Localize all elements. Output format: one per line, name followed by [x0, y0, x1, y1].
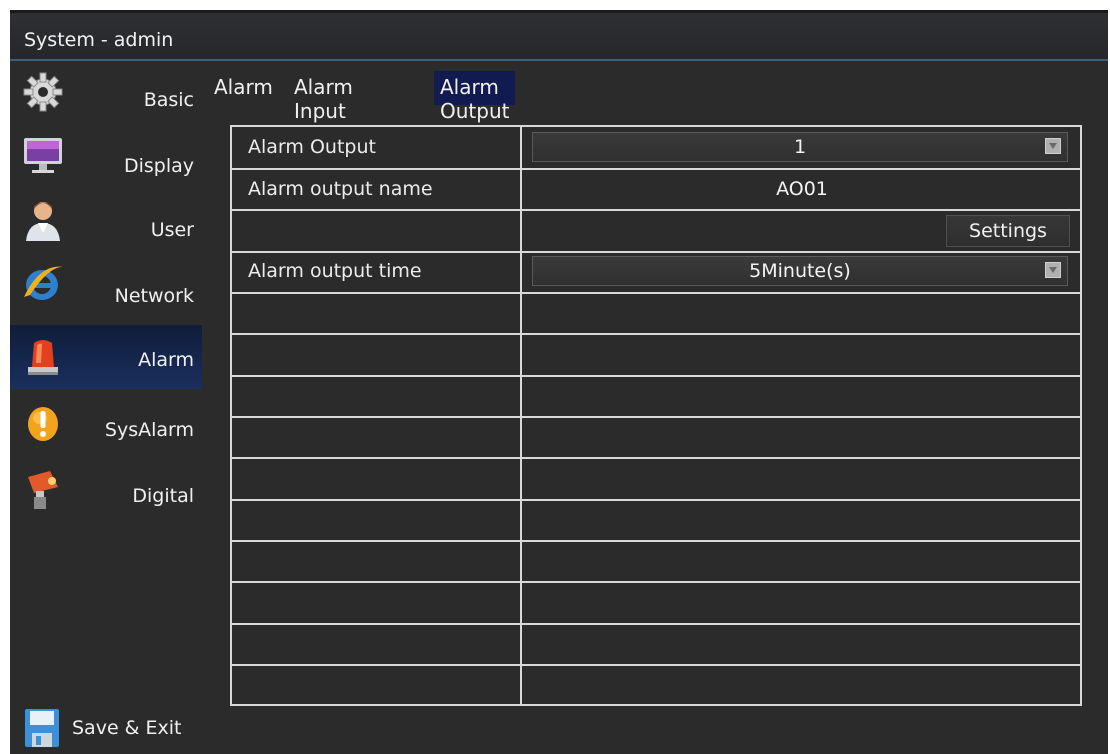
alarm-output-value: 1	[793, 136, 807, 158]
title-bar: System - admin	[10, 13, 1108, 61]
warning-icon	[20, 401, 66, 447]
alarm-output-label: Alarm Output	[248, 136, 376, 158]
alarm-light-icon	[20, 333, 66, 379]
settings-grid: Alarm Output 1 Alarm output name AO01 Se…	[230, 125, 1082, 706]
system-window: System - admin Basic Display User Networ…	[10, 10, 1108, 754]
sidebar-item-basic[interactable]: Basic	[10, 61, 202, 125]
row-divider	[232, 457, 1080, 459]
alarm-output-time-select[interactable]: 5Minute(s)	[532, 256, 1068, 286]
monitor-icon	[20, 133, 66, 179]
row-divider	[232, 664, 1080, 666]
row-divider	[232, 292, 1080, 294]
row-divider	[232, 375, 1080, 377]
row-divider	[232, 251, 1080, 253]
floppy-disk-icon	[22, 707, 62, 749]
chevron-down-icon	[1045, 262, 1061, 278]
sidebar-item-label: Network	[114, 285, 194, 307]
sidebar-item-alarm[interactable]: Alarm	[10, 325, 202, 389]
gear-icon	[20, 69, 66, 115]
user-icon	[20, 197, 66, 243]
sidebar-item-user[interactable]: User	[10, 189, 202, 253]
window-title: System - admin	[24, 29, 174, 51]
sidebar-item-label: User	[150, 219, 194, 241]
save-exit-button[interactable]: Save & Exit	[10, 703, 202, 751]
row-divider	[232, 209, 1080, 211]
row-divider	[232, 333, 1080, 335]
sidebar-item-label: SysAlarm	[104, 419, 194, 441]
alarm-output-time-value: 5Minute(s)	[749, 260, 851, 282]
row-divider	[232, 623, 1080, 625]
sidebar-item-network[interactable]: Network	[10, 253, 202, 317]
tab-alarm-input[interactable]: Alarm Input	[288, 71, 359, 123]
row-divider	[232, 581, 1080, 583]
sidebar-item-label: Alarm	[138, 349, 194, 371]
sidebar-item-digital[interactable]: Digital	[10, 461, 202, 525]
alarm-output-name-label: Alarm output name	[248, 178, 433, 200]
sidebar-item-sysalarm[interactable]: SysAlarm	[10, 395, 202, 459]
alarm-output-time-label: Alarm output time	[248, 260, 422, 282]
sidebar-item-label: Digital	[132, 485, 194, 507]
sidebar-item-display[interactable]: Display	[10, 125, 202, 189]
digital-camera-icon	[20, 467, 66, 513]
row-divider	[232, 540, 1080, 542]
row-divider	[232, 168, 1080, 170]
row-divider	[232, 416, 1080, 418]
settings-button[interactable]: Settings	[946, 215, 1070, 247]
sidebar: Basic Display User Network Alarm SysAlar…	[10, 61, 202, 754]
sidebar-item-label: Display	[123, 155, 194, 177]
save-exit-label: Save & Exit	[72, 717, 182, 739]
row-divider	[232, 499, 1080, 501]
tab-alarm[interactable]: Alarm	[208, 71, 279, 105]
alarm-output-name-value: AO01	[776, 178, 828, 200]
network-icon	[20, 261, 66, 307]
chevron-down-icon	[1045, 138, 1061, 154]
alarm-output-select[interactable]: 1	[532, 132, 1068, 162]
sidebar-item-label: Basic	[143, 89, 194, 111]
tab-alarm-output[interactable]: Alarm Output	[434, 71, 516, 123]
